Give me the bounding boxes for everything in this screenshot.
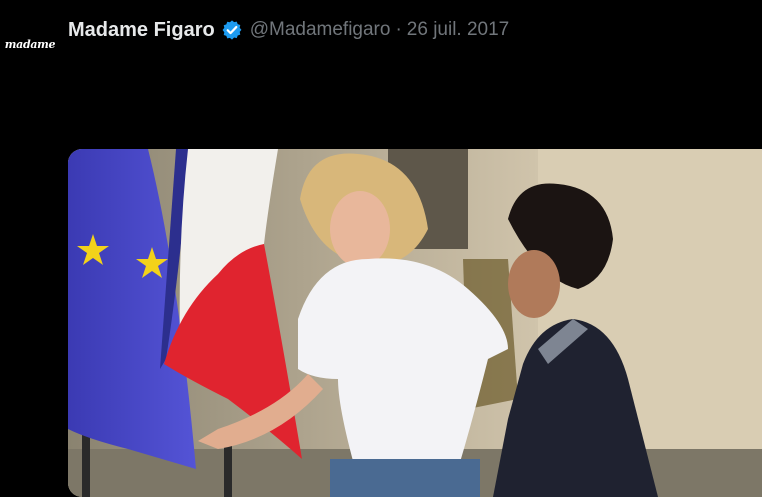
verified-badge-icon [221, 19, 243, 41]
tweet-date[interactable]: 26 juil. 2017 [407, 19, 509, 41]
person-left-face [330, 191, 390, 267]
avatar-logo-text: madame [4, 37, 56, 51]
person-left-jeans [330, 459, 480, 497]
author-handle[interactable]: @Madamefigaro [250, 19, 391, 41]
tweet-photo[interactable] [68, 149, 762, 497]
tweet-header: Madame Figaro @Madamefigaro · 26 juil. 2… [68, 16, 509, 44]
person-right-face [508, 250, 560, 318]
author-name[interactable]: Madame Figaro [68, 19, 215, 42]
author-avatar[interactable]: madame [4, 30, 56, 58]
separator-dot: · [395, 19, 402, 40]
